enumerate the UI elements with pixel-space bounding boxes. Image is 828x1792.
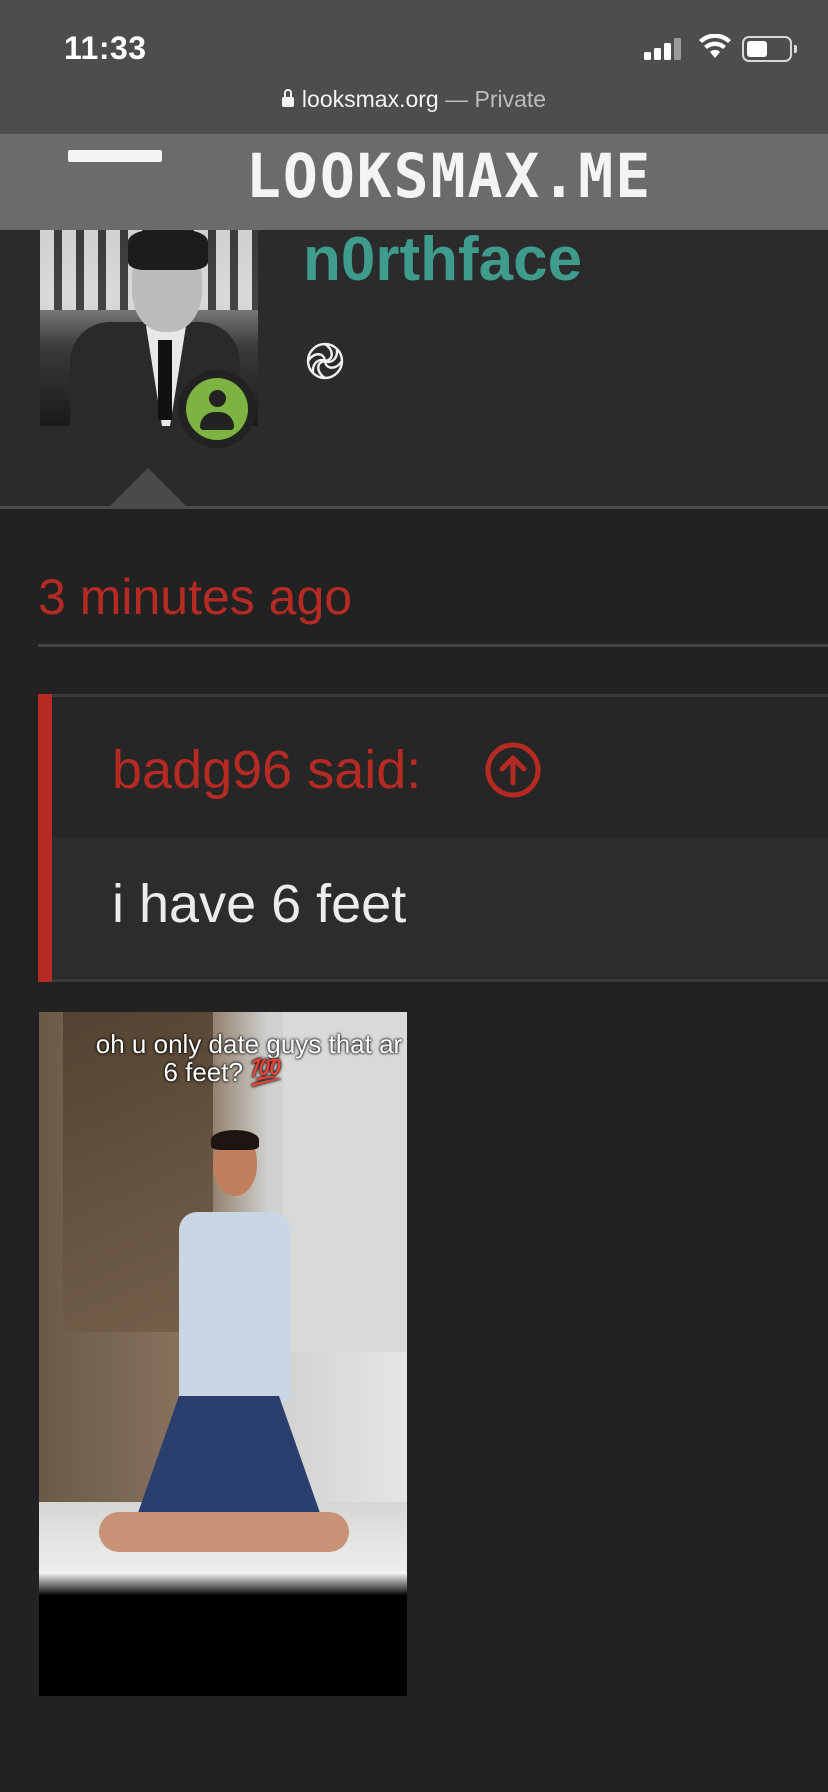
image-caption-line2: 6 feet? 💯: [163, 1057, 283, 1087]
url-domain: looksmax.org: [301, 86, 439, 112]
wifi-icon: [699, 34, 731, 58]
url-separator: —: [438, 86, 475, 112]
status-time: 11:33: [64, 30, 147, 66]
quote-body: i have 6 feet: [52, 837, 828, 976]
spiral-icon: [306, 342, 344, 380]
quote-text: i have 6 feet: [112, 874, 407, 934]
url-private-label: Private: [474, 86, 547, 112]
image-caption: oh u only date guys that ar 6 feet? 💯: [39, 1030, 407, 1086]
post-image[interactable]: oh u only date guys that ar 6 feet? 💯: [39, 1012, 407, 1696]
post-timestamp[interactable]: 3 minutes ago: [38, 568, 352, 626]
site-logo[interactable]: LOOKSMAX.ME: [246, 140, 652, 211]
quote-block: badg96 said: i have 6 feet: [38, 694, 828, 982]
url-bar[interactable]: looksmax.org — Private: [0, 86, 828, 113]
battery-icon: [742, 36, 797, 62]
profile-notch: [108, 468, 188, 508]
username-link[interactable]: n0rthface: [303, 224, 582, 295]
profile-divider: [0, 506, 828, 509]
online-status-icon: [178, 370, 256, 448]
lock-icon: [281, 89, 294, 107]
site-header: LOOKSMAX.ME: [0, 134, 828, 230]
status-bar: 11:33 looksmax.org — Private: [0, 0, 828, 134]
quote-header: badg96 said:: [52, 697, 828, 837]
quote-accent-bar: [38, 694, 52, 982]
image-caption-line1: oh u only date guys that ar: [95, 1029, 403, 1059]
arrow-up-circle-icon[interactable]: [484, 741, 542, 799]
timestamp-divider: [38, 644, 828, 647]
cellular-signal-icon: [644, 36, 684, 60]
menu-icon[interactable]: [68, 150, 162, 162]
quote-author[interactable]: badg96 said:: [112, 739, 421, 801]
